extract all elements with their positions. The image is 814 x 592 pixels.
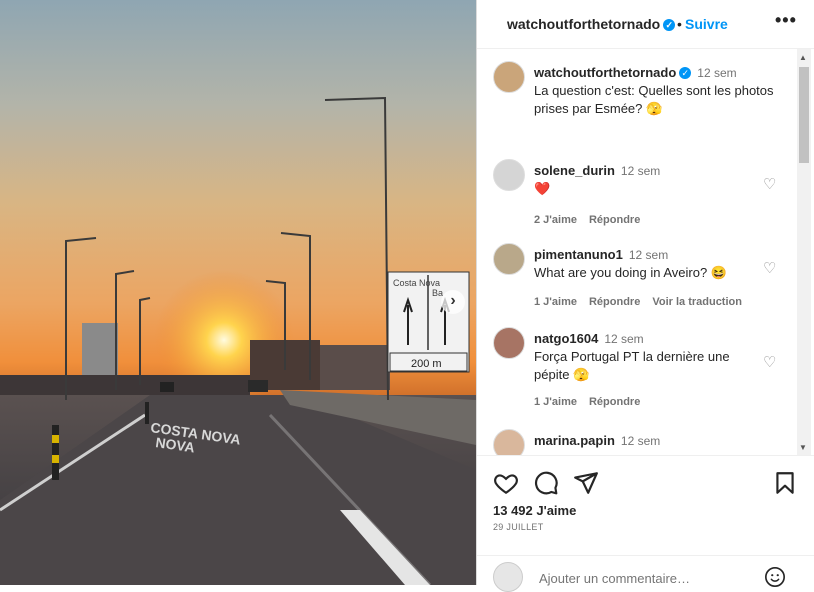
reply-button[interactable]: Répondre <box>589 296 640 308</box>
comment-time: 12 sem <box>620 164 661 178</box>
follow-button[interactable]: Suivre <box>685 16 728 32</box>
caption-time[interactable]: 12 sem <box>697 66 736 80</box>
comment-username[interactable]: solene_durin <box>534 163 615 178</box>
comment-likes[interactable]: 1 J'aime <box>534 396 577 408</box>
scrollbar-thumb[interactable] <box>799 67 809 163</box>
comments-list[interactable]: watchoutforthetornado ✓ 12 sem La question… <box>477 49 814 455</box>
current-user-avatar <box>493 562 523 592</box>
sign-distance: 200 m <box>411 358 442 370</box>
author-avatar[interactable] <box>493 61 525 93</box>
comment-likes[interactable]: 2 J'aime <box>534 214 577 226</box>
comment-username[interactable]: natgo1604 <box>534 331 598 346</box>
sunset-road-scene: COSTA NOVA NOVA Costa Nova Ba 200 m <box>0 96 476 585</box>
separator-dot: • <box>677 16 682 32</box>
post-actions: 13 492 J'aime 29 JUILLET <box>477 455 814 532</box>
scroll-up-arrow-icon[interactable]: ▲ <box>799 53 807 62</box>
comment-like-heart-icon[interactable]: ♡ <box>763 353 776 371</box>
add-comment-bar <box>477 555 814 592</box>
reply-button[interactable]: Répondre <box>589 214 640 226</box>
comment-item: solene_durin 12 sem ❤️ 2 J'aime Répondre ♡ <box>477 159 814 229</box>
reply-button[interactable]: Répondre <box>589 396 640 408</box>
comment-time: 12 sem <box>604 332 644 346</box>
see-translation-button[interactable]: Voir la traduction <box>652 296 742 308</box>
comment-username[interactable]: marina.papin <box>534 433 615 448</box>
comment-text: What are you doing in Aveiro? 😆 <box>534 265 728 280</box>
comment-username[interactable]: pimentanuno1 <box>534 247 623 262</box>
comment-likes[interactable]: 1 J'aime <box>534 296 577 308</box>
share-icon[interactable] <box>573 470 599 496</box>
comment-item: marina.papin 12 sem <box>477 429 814 455</box>
commenter-avatar[interactable] <box>493 159 525 191</box>
post-photo[interactable]: COSTA NOVA NOVA Costa Nova Ba 200 m › <box>0 0 476 585</box>
comment-time: 12 sem <box>620 434 661 448</box>
chevron-right-icon: › <box>450 292 456 309</box>
author-name[interactable]: watchoutforthetornado <box>507 16 660 32</box>
caption-text: La question c'est: Quelles sont les phot… <box>534 83 774 116</box>
header-username[interactable]: watchoutforthetornado ✓ <box>507 16 676 32</box>
verified-badge-icon: ✓ <box>679 66 692 79</box>
comment-text: Força Portugal PT la dernière une pépite… <box>534 349 730 382</box>
next-photo-button[interactable]: › <box>441 290 465 314</box>
likes-count[interactable]: 13 492 J'aime <box>493 503 576 518</box>
comment-text: ❤️ <box>534 181 551 196</box>
post-side-panel: watchoutforthetornado ✓ • Suivre ••• watc… <box>476 0 814 592</box>
add-comment-input[interactable] <box>537 570 761 587</box>
caption-row: watchoutforthetornado ✓ 12 sem La question… <box>477 61 814 131</box>
commenter-avatar[interactable] <box>493 429 525 455</box>
comment-icon[interactable] <box>533 470 559 496</box>
post-date[interactable]: 29 JUILLET <box>493 522 544 532</box>
commenter-avatar[interactable] <box>493 327 525 359</box>
heart-icon[interactable] <box>493 470 519 496</box>
verified-badge-icon: ✓ <box>663 19 676 32</box>
sign-direction-left: Costa Nova <box>393 278 440 288</box>
comment-item: pimentanuno1 12 sem What are you doing in… <box>477 243 814 313</box>
comment-like-heart-icon[interactable]: ♡ <box>763 175 776 193</box>
more-options-icon[interactable]: ••• <box>775 10 797 31</box>
commenter-avatar[interactable] <box>493 243 525 275</box>
comment-time: 12 sem <box>628 248 669 262</box>
comment-like-heart-icon[interactable]: ♡ <box>763 259 776 277</box>
post-header: watchoutforthetornado ✓ • Suivre ••• <box>477 0 814 49</box>
caption-username[interactable]: watchoutforthetornado <box>534 65 676 80</box>
comment-item: natgo1604 12 sem Força Portugal PT la der… <box>477 327 814 417</box>
save-icon[interactable] <box>772 470 798 496</box>
scroll-down-arrow-icon[interactable]: ▼ <box>799 443 807 452</box>
